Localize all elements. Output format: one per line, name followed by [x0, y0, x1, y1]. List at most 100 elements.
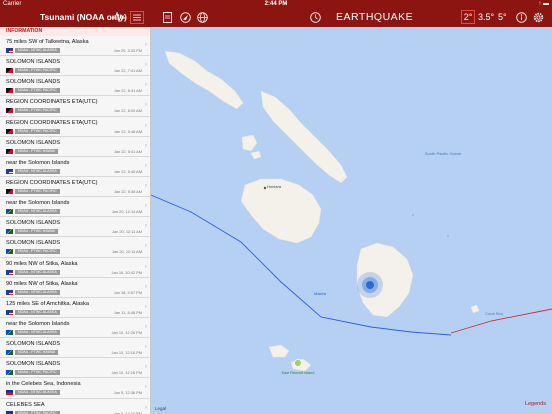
- south-pacific-label-text: South Pacific Ocean: [425, 151, 461, 156]
- source-badge: NOAA - PTWC HAWAII: [15, 148, 59, 154]
- chevron-right-icon: ›: [145, 223, 147, 230]
- item-title: REGION COORDINATES ETA(UTC): [6, 119, 98, 126]
- source-badge: NOAA - PTWC PACIFIC: [15, 128, 60, 134]
- item-title: SOLOMON ISLANDS: [6, 341, 61, 348]
- magnitude-filter-high[interactable]: 5°: [498, 12, 507, 22]
- list-item[interactable]: in the Celebes Sea, Indonesia NOAA - NTWC…: [0, 378, 150, 399]
- map-dot: [412, 214, 414, 216]
- source-badge: NOAA - PTWC HAWAII: [15, 350, 59, 356]
- item-date: Jan 20, 12:11 AM: [112, 249, 142, 255]
- chevron-right-icon: ›: [145, 102, 147, 109]
- list-item[interactable]: SOLOMON ISLANDS NOAA - PTWC PACIFIC Jan 20…: [0, 237, 150, 258]
- flag-icon: [6, 188, 13, 194]
- flag-icon: [6, 229, 13, 235]
- source-badge: NOAA - PTWC HAWAII: [15, 229, 59, 235]
- clock: 2:44 PM: [264, 1, 288, 7]
- legend-button[interactable]: Legends: [525, 401, 546, 407]
- item-title: SOLOMON ISLANDS: [6, 79, 61, 86]
- east-rennell-label: East Rennell Island: [282, 371, 315, 375]
- source-badge: NOAA - PTWC PACIFIC: [15, 410, 60, 414]
- makira-label: Makira: [314, 291, 327, 296]
- list-item[interactable]: CELEBES SEA NOAA - PTWC PACIFIC Jan 5, 12:…: [0, 398, 150, 414]
- flag-icon: [6, 350, 13, 356]
- earthquake-marker: [366, 281, 374, 289]
- globe-icon[interactable]: [197, 12, 208, 23]
- chevron-right-icon: ›: [145, 344, 147, 351]
- list-item[interactable]: SOLOMON ISLANDS NOAA - PTWC HAWAII Jan 20,…: [0, 217, 150, 238]
- choiseul-island: [164, 50, 244, 110]
- legal-link[interactable]: Legal: [155, 406, 166, 411]
- source-badge: NOAA - PTWC PACIFIC: [15, 68, 60, 74]
- list-item[interactable]: near the Solomon Islands NOAA - NTWC ALAS…: [0, 317, 150, 339]
- source-badge: NOAA - NTWC ALASKA: [15, 289, 60, 295]
- russell-island: [250, 150, 262, 160]
- list-item[interactable]: 125 miles SE of Amchitka, Alaska NOAA - N…: [0, 297, 150, 318]
- south-pacific-label: South Pacific Ocean: [425, 151, 461, 156]
- navigation-bar: Tsunami (NOAA only) EARTHQUAKE 2° 3.5° 5…: [0, 8, 552, 27]
- list-item[interactable]: SOLOMON ISLANDS NOAA - PTWC HAWAII Jan 22,…: [0, 136, 150, 157]
- item-date: Jan 16, 10:42 PM: [111, 269, 143, 275]
- flag-icon: [6, 269, 13, 275]
- list-item[interactable]: REGION COORDINATES ETA(UTC) NOAA - PTWC P…: [0, 116, 150, 137]
- item-title: near the Solomon Islands: [6, 200, 70, 207]
- item-date: Jan 20, 12:11 AM: [112, 229, 142, 235]
- list-item[interactable]: REGION COORDINATES ETA(UTC) NOAA - PTWC P…: [0, 96, 150, 117]
- magnitude-filter-selected[interactable]: 2°: [461, 10, 475, 24]
- list-item[interactable]: SOLOMON ISLANDS NOAA - PTWC PACIFIC Jan 10…: [0, 358, 150, 379]
- chevron-right-icon: ›: [145, 323, 147, 330]
- flag-icon: [6, 410, 13, 414]
- item-title: 90 miles NW of Sitka, Alaska: [6, 280, 78, 287]
- item-date: Jan 5, 12:36 PM: [113, 390, 142, 396]
- list-item[interactable]: 75 miles SW of Talkeetna, Alaska NOAA - N…: [0, 36, 150, 57]
- list-item[interactable]: 90 miles NW of Sitka, Alaska NOAA - NTWC …: [0, 277, 150, 298]
- list-item[interactable]: REGION COORDINATES ETA(UTC) NOAA - PTWC P…: [0, 176, 150, 198]
- source-badge: NOAA - NTWC ALASKA: [15, 209, 60, 215]
- chevron-right-icon: ›: [145, 203, 147, 210]
- list-item[interactable]: SOLOMON ISLANDS NOAA - PTWC PACIFIC Jan 22…: [0, 76, 150, 97]
- flag-icon: [6, 209, 13, 215]
- coral-sea-label: Coral Sea: [485, 311, 504, 316]
- chevron-right-icon: ›: [145, 62, 147, 69]
- location-icon[interactable]: [180, 12, 191, 23]
- info-icon[interactable]: [516, 12, 527, 23]
- source-badge: NOAA - PTWC PACIFIC: [15, 249, 60, 255]
- item-title: near the Solomon Islands: [6, 320, 70, 327]
- flag-icon: [6, 68, 13, 74]
- source-badge: NOAA - PTWC PACIFIC: [15, 370, 60, 376]
- item-date: Jan 22, 5:38 AM: [113, 188, 142, 194]
- item-date: Jan 22, 7:41 AM: [113, 68, 142, 74]
- list-item[interactable]: SOLOMON ISLANDS NOAA - PTWC HAWAII Jan 10,…: [0, 338, 150, 359]
- source-badge: NOAA - NTWC ALASKA: [15, 390, 60, 396]
- chevron-right-icon: ›: [145, 142, 147, 149]
- pdf-icon[interactable]: [163, 12, 172, 23]
- settings-icon[interactable]: [533, 12, 544, 23]
- list-item[interactable]: 90 miles NW of Sitka, Alaska NOAA - NTWC …: [0, 257, 150, 278]
- item-title: SOLOMON ISLANDS: [6, 361, 61, 368]
- item-title: 125 miles SE of Amchitka, Alaska: [6, 300, 90, 307]
- status-bar: Carrier 2:44 PM ↑ ▬: [0, 0, 552, 8]
- item-date: Jan 5, 12:10 PM: [113, 410, 142, 414]
- map-canvas[interactable]: Honiara South Pacific Ocean Makira Coral…: [151, 27, 552, 414]
- list-item[interactable]: SOLOMON ISLANDS NOAA - PTWC PACIFIC Jan 22…: [0, 56, 150, 77]
- magnitude-filter-mid[interactable]: 3.5°: [478, 12, 494, 22]
- item-date: Jan 22, 6:41 AM: [113, 88, 142, 94]
- item-date: Jan 10, 12:16 PM: [111, 350, 143, 356]
- history-icon[interactable]: [310, 12, 321, 23]
- honiara-label: Honiara: [267, 184, 282, 189]
- item-title: REGION COORDINATES ETA(UTC): [6, 179, 98, 186]
- flag-icon: [6, 88, 13, 94]
- list-icon[interactable]: [130, 11, 144, 24]
- source-badge: NOAA - NTWC ALASKA: [15, 48, 60, 53]
- item-title: SOLOMON ISLANDS: [6, 139, 61, 146]
- item-title: REGION COORDINATES ETA(UTC): [6, 99, 98, 106]
- flag-icon: [6, 390, 13, 396]
- chevron-right-icon: ›: [145, 384, 147, 391]
- map-view[interactable]: Honiara South Pacific Ocean Makira Coral…: [151, 27, 552, 414]
- chevron-right-icon: ›: [145, 404, 147, 411]
- wave-icon[interactable]: [112, 12, 126, 22]
- alerts-list: 75 miles SW of Talkeetna, Alaska NOAA - N…: [0, 36, 150, 414]
- chevron-right-icon: ›: [145, 243, 147, 250]
- santa-isabel-island: [260, 90, 348, 184]
- list-item[interactable]: near the Solomon Islands NOAA - NTWC ALAS…: [0, 197, 150, 218]
- list-item[interactable]: near the Solomon Islands NOAA - NTWC ALAS…: [0, 156, 150, 177]
